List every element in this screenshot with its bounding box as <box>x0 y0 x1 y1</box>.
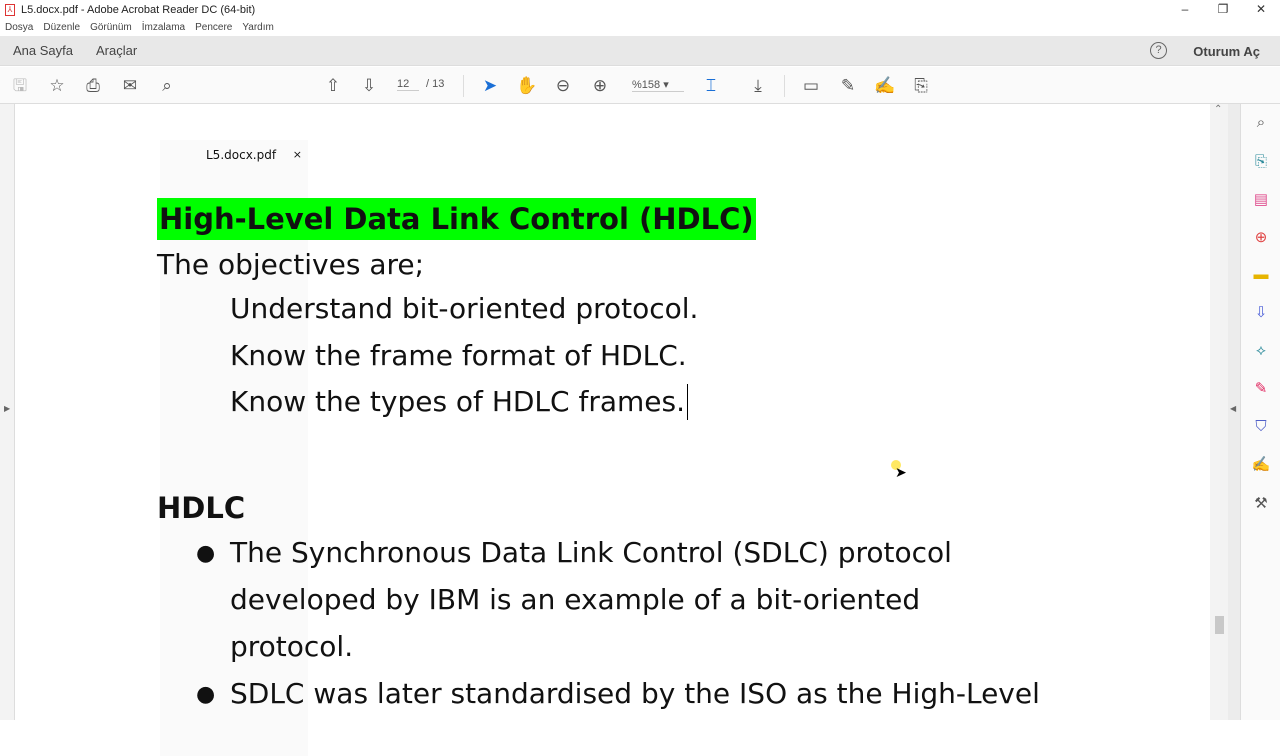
pdf-icon: ⅄ <box>5 3 15 16</box>
title-bar: ⅄ L5.docx.pdf - Adobe Acrobat Reader DC … <box>0 0 1280 19</box>
bullet-line: The Synchronous Data Link Control (SDLC)… <box>230 536 952 569</box>
save-icon[interactable]: 🖫 <box>9 75 31 97</box>
search-icon[interactable]: ⌕ <box>1251 113 1271 133</box>
objective-item: Understand bit-oriented protocol. <box>230 292 699 325</box>
signature-icon[interactable]: ✍ <box>1251 455 1271 475</box>
objective-item: Know the types of HDLC frames. <box>230 384 688 420</box>
select-cursor-icon[interactable]: ➤ <box>479 75 501 97</box>
menu-help[interactable]: Yardım <box>242 22 274 33</box>
organize-pages-icon[interactable]: ▤ <box>1251 190 1271 210</box>
create-pdf-icon[interactable]: ⊕ <box>1251 228 1271 248</box>
previous-page-icon[interactable]: ⇧ <box>322 75 344 97</box>
menu-edit[interactable]: Düzenle <box>43 22 80 33</box>
mouse-pointer-icon: ➤ <box>895 464 907 480</box>
menu-window[interactable]: Pencere <box>195 22 232 33</box>
combine-files-icon[interactable]: ⇩ <box>1251 303 1271 323</box>
share-icon[interactable]: ⎘ <box>910 75 932 97</box>
menu-bar: Dosya Düzenle Görünüm İmzalama Pencere Y… <box>0 19 1280 36</box>
zoom-in-icon[interactable]: ⊕ <box>589 75 611 97</box>
tab-home[interactable]: Ana Sayfa <box>13 36 73 66</box>
email-icon[interactable]: ✉ <box>119 75 141 97</box>
tools-panel: ⌕ ⎘ ▤ ⊕ ▬ ⇩ ⟡ ✎ ⛉ ✍ ⚒ <box>1240 104 1280 720</box>
scroll-mode-icon[interactable]: ⤓ <box>747 75 769 97</box>
menu-file[interactable]: Dosya <box>5 22 33 33</box>
intro-text: The objectives are; <box>157 248 425 281</box>
sign-in-button[interactable]: Oturum Aç <box>1193 44 1260 59</box>
menu-view[interactable]: Görünüm <box>90 22 132 33</box>
zoom-out-icon[interactable]: ⊖ <box>552 75 574 97</box>
bookmark-star-icon[interactable]: ☆ <box>46 75 68 97</box>
restore-button[interactable]: ❐ <box>1204 0 1242 19</box>
close-button[interactable]: ✕ <box>1242 0 1280 19</box>
vertical-scrollbar[interactable]: ⌃ <box>1210 104 1228 720</box>
bullet-line: protocol. <box>230 630 354 663</box>
hand-tool-icon[interactable]: ✋ <box>516 75 538 97</box>
page-number-input[interactable]: 12 <box>397 78 419 91</box>
toolbar: 🖫 ☆ ⎙ ✉ ⌕ ⇧ ⇩ 12 / 13 ➤ ✋ ⊖ ⊕ %158 ▾ ⌶ ⤓… <box>0 67 1280 104</box>
fit-page-icon[interactable]: ⌶ <box>700 75 722 97</box>
scrollbar-thumb[interactable] <box>1215 616 1224 634</box>
right-panel-toggle[interactable]: ◀ <box>1228 104 1240 720</box>
scroll-up-icon[interactable]: ⌃ <box>1214 104 1222 115</box>
expand-arrow-icon: ▶ <box>4 404 11 413</box>
help-icon[interactable]: ? <box>1150 42 1167 59</box>
document-page: High-Level Data Link Control (HDLC) The … <box>16 104 1210 720</box>
bullet-icon: ● <box>196 541 216 566</box>
fill-sign-icon[interactable]: ✎ <box>1251 379 1271 399</box>
collapse-arrow-icon: ◀ <box>1230 404 1237 413</box>
section-title: HDLC <box>157 491 246 525</box>
menu-sign[interactable]: İmzalama <box>142 22 185 33</box>
left-panel-toggle[interactable]: ▶ <box>0 104 15 720</box>
bullet-icon: ● <box>196 682 216 707</box>
tab-bar: Ana Sayfa Araçlar L5.docx.pdf × <box>0 36 1280 756</box>
window-title: L5.docx.pdf - Adobe Acrobat Reader DC (6… <box>21 3 256 16</box>
export-pdf-icon[interactable]: ⎘ <box>1251 152 1271 172</box>
bullet-line: developed by IBM is an example of a bit-… <box>230 583 921 616</box>
search-icon[interactable]: ⌕ <box>156 75 178 97</box>
minimize-button[interactable]: – <box>1166 0 1204 19</box>
heading-hdlc: High-Level Data Link Control (HDLC) <box>157 198 756 240</box>
sign-icon[interactable]: ✍ <box>874 75 896 97</box>
next-page-icon[interactable]: ⇩ <box>358 75 380 97</box>
compress-pdf-icon[interactable]: ⟡ <box>1251 341 1271 361</box>
objective-item: Know the frame format of HDLC. <box>230 339 687 372</box>
zoom-level-select[interactable]: %158 ▾ <box>632 78 684 92</box>
highlight-pen-icon[interactable]: ✎ <box>837 75 859 97</box>
bullet-line: SDLC was later standardised by the ISO a… <box>230 677 1040 710</box>
print-icon[interactable]: ⎙ <box>82 75 104 97</box>
protect-shield-icon[interactable]: ⛉ <box>1251 417 1271 437</box>
tab-tools[interactable]: Araçlar <box>96 36 137 66</box>
more-tools-icon[interactable]: ⚒ <box>1251 494 1271 514</box>
zoom-level: %158 <box>632 79 661 91</box>
divider <box>784 75 785 97</box>
comment-icon[interactable]: ▭ <box>800 75 822 97</box>
comment-icon[interactable]: ▬ <box>1251 265 1271 285</box>
page-count: / 13 <box>426 78 445 90</box>
divider <box>463 75 464 97</box>
